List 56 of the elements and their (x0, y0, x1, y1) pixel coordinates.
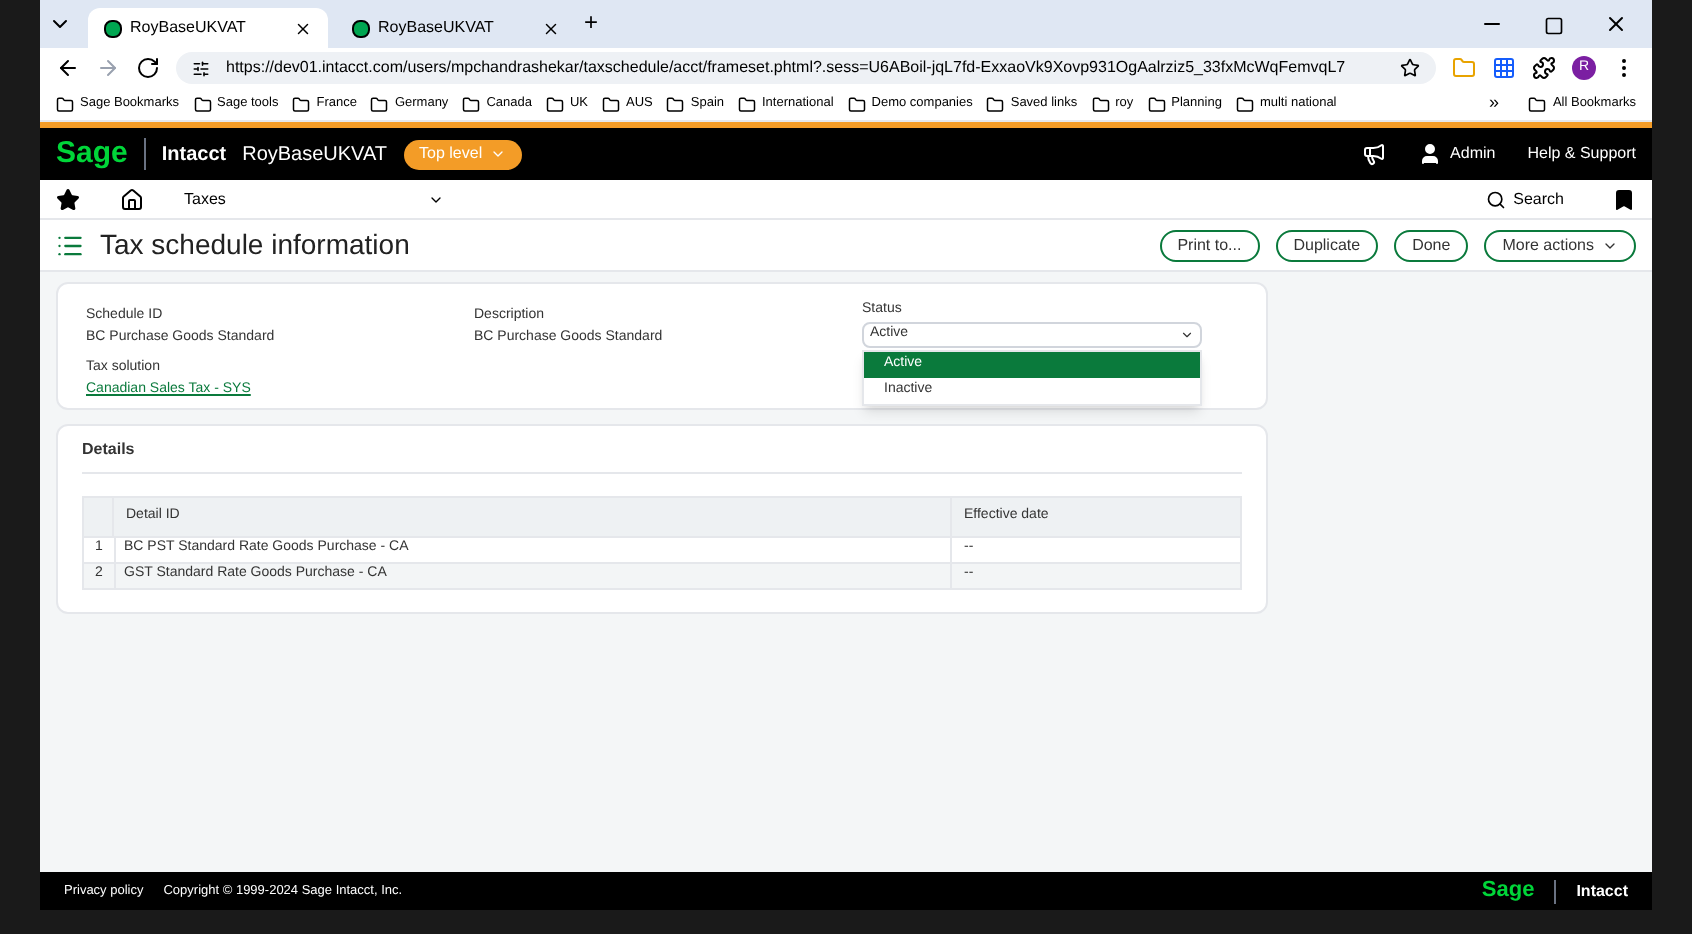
address-field[interactable]: https://dev01.intacct.com/users/mpchandrashekar/taxschedule/acct/frameset.phtml?.sess=U6ABoil-jqL7fd-ExxaoVk9Xovp931OgAalrziz5_33fxMcWqFemvqL7 (176, 52, 1436, 84)
folder-icon (1528, 95, 1547, 113)
action-button[interactable]: Done (1394, 229, 1469, 261)
chevron-down-icon (490, 146, 507, 162)
site-icon (104, 19, 122, 37)
site-info-icon[interactable] (192, 59, 210, 77)
chevron-down-icon (1180, 327, 1194, 341)
product-name: Intacct (161, 141, 227, 169)
folder-icon (56, 95, 74, 113)
folder-icon (602, 95, 620, 113)
more-actions-button[interactable]: More actions (1484, 229, 1636, 261)
close-icon[interactable] (1604, 12, 1628, 36)
favorite-icon[interactable] (56, 187, 80, 211)
search-button[interactable]: Search (1485, 187, 1564, 211)
browser-tab[interactable]: RoyBaseUKVAT (88, 8, 328, 48)
action-button[interactable]: Duplicate (1275, 229, 1379, 261)
page-title: Tax schedule information (100, 226, 410, 264)
folder-icon (738, 95, 756, 113)
action-button[interactable]: Print to... (1159, 229, 1260, 261)
close-icon[interactable] (542, 19, 560, 37)
back-icon[interactable] (56, 56, 80, 80)
home-icon[interactable] (120, 187, 144, 211)
sage-logo: Sage (56, 133, 128, 174)
folder-icon (847, 95, 866, 113)
new-tab-button[interactable]: + (584, 4, 599, 40)
extensions-icon[interactable] (1532, 56, 1556, 80)
help-link[interactable]: Help & Support (1527, 142, 1636, 166)
forward-icon[interactable] (96, 56, 120, 80)
bookmark-star-icon[interactable] (1400, 58, 1420, 78)
close-icon[interactable] (294, 19, 312, 37)
user-icon (1418, 142, 1443, 166)
module-selector[interactable]: Taxes (184, 187, 444, 211)
maximize-icon[interactable] (1544, 16, 1564, 36)
folder-icon (370, 95, 389, 113)
folder-icon (1235, 95, 1254, 113)
folder-icon (1091, 95, 1110, 113)
folder-icon (462, 95, 481, 113)
folder-icon (666, 95, 685, 113)
grid-icon[interactable] (1492, 56, 1516, 80)
more-bookmarks-button[interactable]: » (1488, 90, 1499, 118)
company-name: RoyBaseUKVAT (242, 141, 388, 169)
sage-logo: Sage (1481, 876, 1535, 907)
site-icon (352, 19, 370, 37)
search-icon (1485, 189, 1506, 209)
user-menu[interactable]: Admin (1418, 142, 1496, 166)
browser-tab[interactable]: RoyBaseUKVAT (336, 8, 576, 48)
folder-icon (292, 95, 311, 113)
reload-icon[interactable] (136, 56, 160, 80)
section-title: Details (82, 440, 135, 458)
folder-icon (193, 95, 211, 113)
product-name: Intacct (1576, 879, 1628, 903)
folder-icon (1147, 95, 1166, 113)
bookmark-icon[interactable] (1612, 187, 1636, 211)
folder-icon (545, 95, 564, 113)
folder-icon (986, 95, 1005, 113)
megaphone-icon[interactable] (1362, 142, 1387, 166)
